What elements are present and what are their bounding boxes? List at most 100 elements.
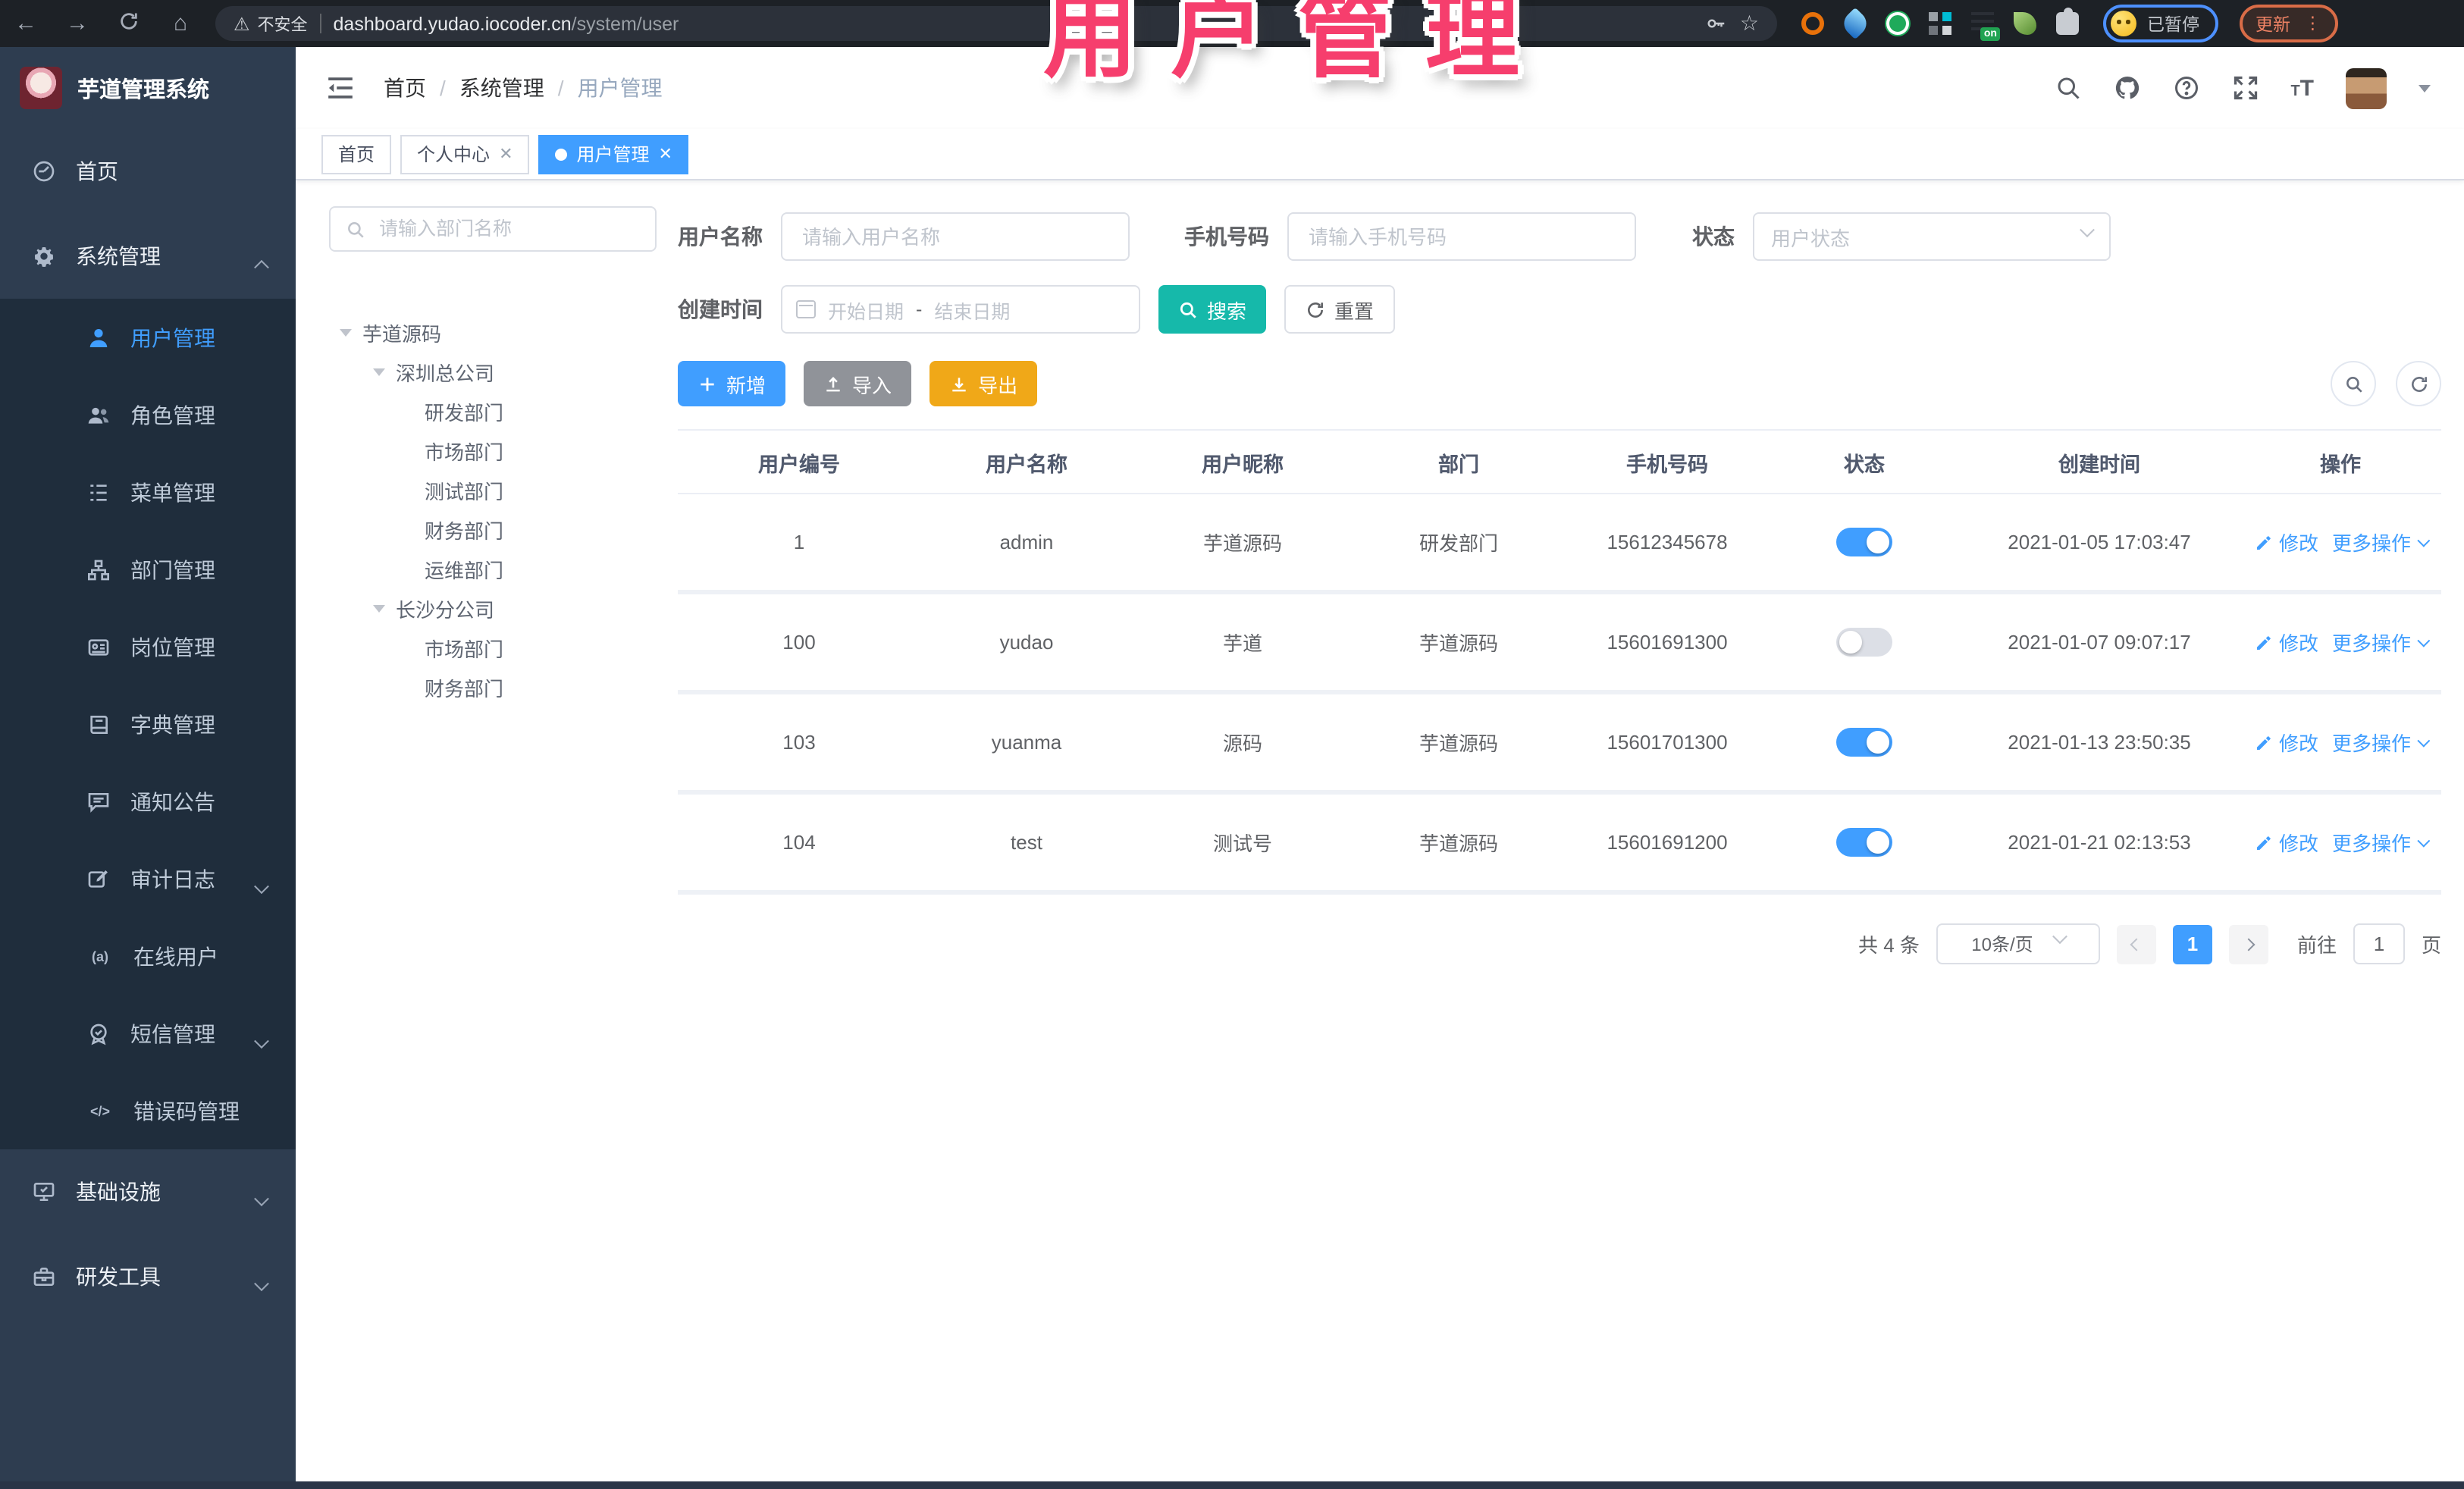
tree-node-dept[interactable]: 市场部门	[329, 628, 657, 667]
edit-link[interactable]: 修改	[2255, 528, 2318, 556]
chevron-down-icon	[254, 1276, 269, 1292]
sidebar-item-infrastructure[interactable]: 基础设施	[0, 1149, 296, 1234]
sidebar-item-online-users[interactable]: (a) 在线用户	[0, 917, 296, 995]
leaf-extension-icon[interactable]	[2014, 12, 2036, 35]
show-search-button[interactable]	[2331, 361, 2376, 406]
export-button[interactable]: 导出	[929, 361, 1038, 406]
tree-node-dept[interactable]: 测试部门	[329, 470, 657, 509]
breadcrumb-home[interactable]: 首页	[384, 73, 426, 103]
close-tab-icon[interactable]: ✕	[659, 144, 672, 164]
username-field[interactable]	[781, 212, 1130, 261]
more-actions-link[interactable]: 更多操作	[2332, 728, 2431, 757]
dept-search-box[interactable]	[329, 206, 657, 252]
grid-extension-icon[interactable]	[1929, 12, 1951, 35]
fullscreen-icon[interactable]	[2231, 74, 2259, 102]
status-toggle[interactable]	[1836, 828, 1892, 857]
more-actions-link[interactable]: 更多操作	[2332, 828, 2431, 857]
blue-gem-extension-icon[interactable]	[1839, 7, 1872, 40]
help-icon[interactable]	[2172, 74, 2199, 102]
mobile-field[interactable]	[1287, 212, 1636, 261]
caret-down-icon[interactable]	[373, 604, 385, 612]
reset-button[interactable]: 重置	[1284, 285, 1396, 334]
current-page-button[interactable]: 1	[2172, 924, 2212, 964]
list-extension-icon[interactable]: on	[1971, 12, 2000, 41]
sidebar-item-dev-tools[interactable]: 研发工具	[0, 1234, 296, 1319]
tree-node-dept[interactable]: 财务部门	[329, 667, 657, 707]
browser-home-icon[interactable]: ⌂	[155, 11, 206, 36]
tree-node-dept[interactable]: 研发部门	[329, 391, 657, 431]
add-button[interactable]: 新增	[678, 361, 786, 406]
sidebar-item-home[interactable]: 首页	[0, 129, 296, 214]
github-icon[interactable]	[2113, 74, 2140, 102]
sidebar-item-menu-mgmt[interactable]: 菜单管理	[0, 453, 296, 531]
import-button[interactable]: 导入	[804, 361, 912, 406]
tree-node-company[interactable]: 长沙分公司	[329, 588, 657, 628]
tab-user-mgmt[interactable]: 用户管理 ✕	[538, 134, 689, 174]
font-size-icon[interactable]: TT	[2290, 75, 2314, 101]
sidebar-item-notice[interactable]: 通知公告	[0, 763, 296, 840]
edit-link[interactable]: 修改	[2255, 628, 2318, 657]
browser-update-button[interactable]: 更新 ⋮	[2239, 5, 2338, 42]
browser-menu-icon[interactable]: ⋮	[2304, 15, 2321, 33]
online-users-icon: (a)	[92, 948, 108, 964]
status-toggle[interactable]	[1836, 528, 1892, 556]
tree-node-root[interactable]: 芋道源码	[329, 312, 657, 352]
tree-node-dept[interactable]: 财务部门	[329, 509, 657, 549]
app-logo[interactable]: 芋道管理系统	[0, 47, 296, 129]
tab-home[interactable]: 首页	[321, 134, 392, 174]
header-search-icon[interactable]	[2054, 74, 2081, 102]
status-toggle[interactable]	[1836, 628, 1892, 657]
username-input[interactable]	[799, 224, 1111, 249]
breadcrumb-system[interactable]: 系统管理	[459, 73, 544, 103]
status-select[interactable]: 用户状态	[1753, 212, 2111, 261]
sidebar-item-role-mgmt[interactable]: 角色管理	[0, 376, 296, 453]
chevron-down-icon	[2417, 833, 2431, 847]
security-warning[interactable]: ⚠ 不安全	[234, 11, 308, 36]
goto-page-input[interactable]	[2353, 923, 2405, 964]
bookmark-star-icon[interactable]: ☆	[1740, 11, 1759, 36]
caret-down-icon[interactable]	[373, 368, 385, 375]
caret-down-icon[interactable]	[340, 328, 352, 336]
key-icon[interactable]	[1705, 12, 1728, 35]
sidebar-item-dict-mgmt[interactable]: 字典管理	[0, 685, 296, 763]
browser-reload-icon[interactable]	[103, 10, 155, 37]
collapse-sidebar-icon[interactable]	[326, 76, 355, 100]
user-avatar[interactable]	[2346, 67, 2387, 108]
page-tabs: 首页 个人中心 ✕ 用户管理 ✕	[296, 129, 2464, 180]
browser-forward-icon[interactable]: →	[52, 11, 103, 36]
sidebar-item-user-mgmt[interactable]: 用户管理	[0, 299, 296, 376]
date-range-picker[interactable]: 开始日期 - 结束日期	[781, 285, 1140, 334]
sidebar-item-dept-mgmt[interactable]: 部门管理	[0, 531, 296, 608]
browser-back-icon[interactable]: ←	[0, 11, 52, 36]
sidebar-item-sms-mgmt[interactable]: 短信管理	[0, 995, 296, 1072]
edit-link[interactable]: 修改	[2255, 828, 2318, 857]
page-size-select[interactable]: 10条/页	[1936, 923, 2100, 964]
edit-link[interactable]: 修改	[2255, 728, 2318, 757]
profile-paused-pill[interactable]: 已暂停	[2103, 5, 2218, 42]
sidebar-item-audit-log[interactable]: 审计日志	[0, 840, 296, 917]
tree-node-dept[interactable]: 运维部门	[329, 549, 657, 588]
sidebar-item-error-code[interactable]: </> 错误码管理	[0, 1072, 296, 1149]
avatar-dropdown-icon[interactable]	[2419, 84, 2431, 92]
badge-check-icon	[90, 1023, 107, 1045]
tree-node-company[interactable]: 深圳总公司	[329, 352, 657, 391]
search-button[interactable]: 搜索	[1158, 285, 1267, 334]
next-page-button[interactable]	[2228, 924, 2268, 964]
code-icon: </>	[89, 1103, 110, 1118]
address-bar[interactable]: ⚠ 不安全 dashboard.yudao.iocoder.cn/system/…	[215, 6, 1777, 41]
close-tab-icon[interactable]: ✕	[499, 144, 513, 164]
status-toggle[interactable]	[1836, 728, 1892, 757]
tree-node-dept[interactable]: 市场部门	[329, 431, 657, 470]
refresh-table-button[interactable]	[2396, 361, 2441, 406]
sidebar-item-system[interactable]: 系统管理	[0, 214, 296, 299]
tab-profile[interactable]: 个人中心 ✕	[400, 134, 530, 174]
prev-page-button[interactable]	[2116, 924, 2156, 964]
green-circle-extension-icon[interactable]	[1886, 12, 1909, 35]
extensions-puzzle-icon[interactable]	[2056, 8, 2079, 35]
mobile-input[interactable]	[1306, 224, 1618, 249]
sidebar-item-post-mgmt[interactable]: 岗位管理	[0, 608, 296, 685]
more-actions-link[interactable]: 更多操作	[2332, 528, 2431, 556]
more-actions-link[interactable]: 更多操作	[2332, 628, 2431, 657]
orange-ring-extension-icon[interactable]	[1801, 12, 1824, 35]
dept-search-input[interactable]	[376, 217, 640, 241]
